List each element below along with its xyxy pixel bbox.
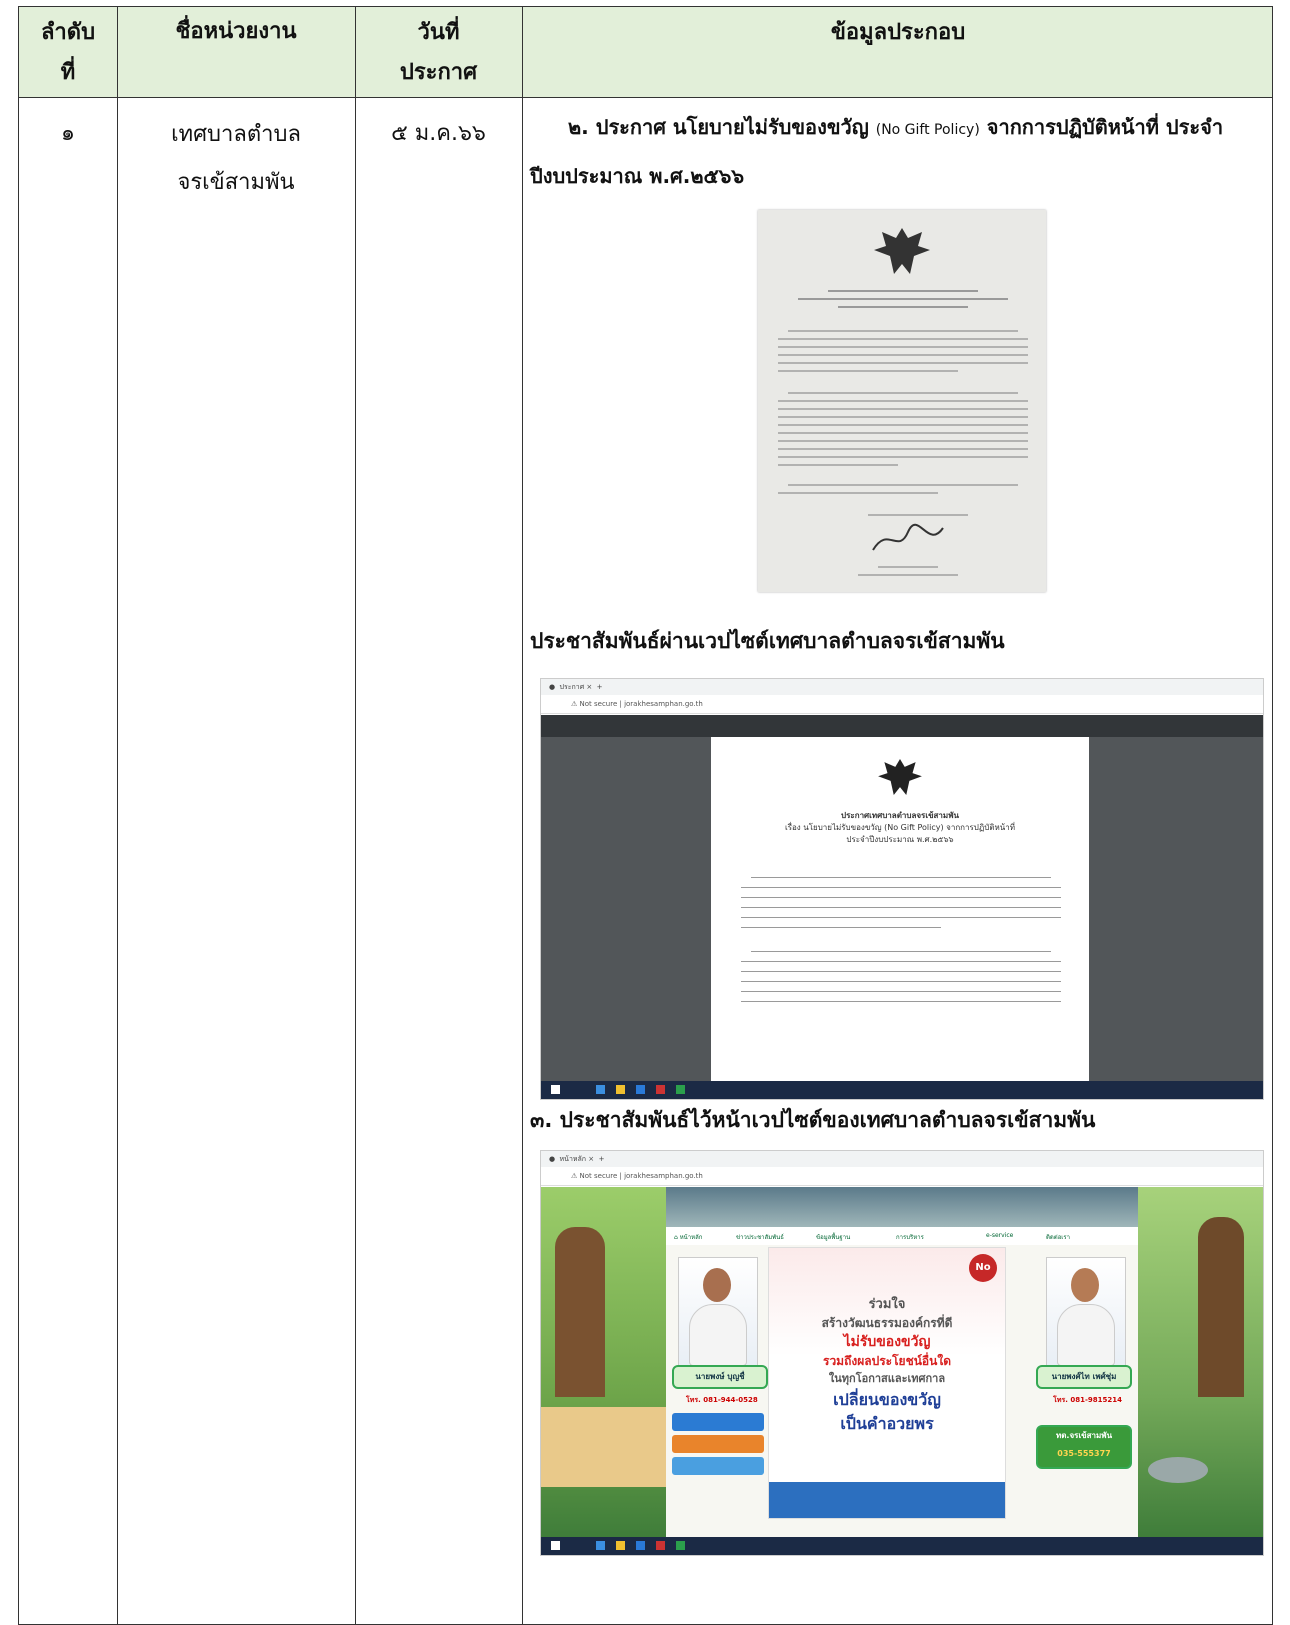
address-bar: ⚠ Not secure | jorakhesamphan.go.th	[541, 1167, 1263, 1186]
left-link-banner[interactable]	[672, 1413, 764, 1431]
pdf-page-year: ประจำปีงบประมาณ พ.ศ.๒๕๖๖	[846, 835, 954, 844]
item-3-title: ๓. ประชาสัมพันธ์ไว้หน้าเวปไซต์ของเทศบาลต…	[530, 1108, 1096, 1132]
windows-taskbar	[541, 1081, 1263, 1099]
web-pr-caption: ประชาสัมพันธ์ผ่านเวปไซต์เทศบาลตำบลจรเข้ส…	[530, 629, 1005, 653]
chrome-icon[interactable]	[676, 1541, 685, 1550]
poster-line: ร่วมใจ	[868, 1297, 906, 1312]
column-divider	[117, 7, 118, 1624]
item-2-title: ๒. ประกาศ นโยบายไม่รับของขวัญ (No Gift P…	[530, 104, 1250, 199]
mayor-photo-right	[1046, 1257, 1126, 1369]
taskbar-app-icon[interactable]	[596, 1541, 605, 1550]
header-info: ข้อมูลประกอบ	[830, 20, 966, 45]
chrome-icon[interactable]	[676, 1085, 685, 1094]
browser-tab-bar: ● ประกาศ × +	[541, 679, 1263, 695]
left-link-banner[interactable]	[672, 1457, 764, 1475]
poster-line: รวมถึงผลประโยชน์อื่นใด	[823, 1354, 951, 1368]
agency-line1: เทศบาลตำบล	[171, 122, 301, 147]
taskbar-app-icon[interactable]	[656, 1541, 665, 1550]
forest-right-decoration	[1138, 1187, 1263, 1537]
pdf-page: ประกาศเทศบาลตำบลจรเข้สามพัน เรื่อง นโยบา…	[711, 737, 1089, 1099]
left-phone: โทร. 081-944-0528	[686, 1396, 758, 1404]
mayor-photo-left	[678, 1257, 758, 1369]
announce-date: ๕ ม.ค.๖๖	[391, 121, 486, 146]
right-box-title: ทต.จรเข้สามพัน	[1055, 1431, 1113, 1440]
header-order-text: ลำดับที่	[40, 20, 96, 85]
right-contact-box[interactable]: ทต.จรเข้สามพัน 035-555377	[1036, 1425, 1132, 1469]
header-date-text: วันที่ประกาศ	[399, 20, 478, 85]
left-link-banner[interactable]	[672, 1435, 764, 1453]
taskbar-app-icon[interactable]	[596, 1085, 605, 1094]
scanned-announcement-letter	[758, 210, 1046, 592]
header-agency: ชื่อหน่วยงาน	[175, 19, 297, 44]
poster-footer-banner	[769, 1482, 1005, 1518]
no-gift-badge: No	[969, 1254, 997, 1282]
website-menu[interactable]: ⌂ หน้าหลัก ข่าวประชาสัมพันธ์ ข้อมูลพื้นฐ…	[666, 1227, 1138, 1245]
poster-line: เปลี่ยนของขวัญ	[833, 1390, 941, 1409]
agency-name: เทศบาลตำบล จรเข้สามพัน	[117, 111, 355, 207]
header-date: วันที่ประกาศ	[355, 7, 522, 97]
start-icon[interactable]	[551, 1541, 560, 1550]
website-main-area: ⌂ หน้าหลัก ข่าวประชาสัมพันธ์ ข้อมูลพื้นฐ…	[666, 1187, 1138, 1537]
taskbar-app-icon[interactable]	[636, 1085, 645, 1094]
taskbar-app-icon[interactable]	[656, 1085, 665, 1094]
column-divider	[522, 7, 523, 1624]
address-url: jorakhesamphan.go.th	[624, 700, 703, 708]
item-2-text: ๒. ประกาศ นโยบายไม่รับของขวัญ	[568, 115, 876, 139]
taskbar-app-icon[interactable]	[636, 1541, 645, 1550]
poster-line: ในทุกโอกาสและเทศกาล	[828, 1372, 946, 1385]
garuda-emblem-icon	[874, 228, 930, 274]
poster-line: ไม่รับของขวัญ	[843, 1334, 931, 1350]
address-url: jorakhesamphan.go.th	[624, 1172, 703, 1180]
left-name-box: นายพงษ์ บุญชื่	[672, 1365, 768, 1389]
garuda-emblem-icon	[878, 759, 922, 795]
windows-taskbar	[541, 1537, 1263, 1555]
folder-icon[interactable]	[616, 1085, 625, 1094]
right-box-phone: 035-555377	[1057, 1449, 1111, 1458]
agency-line2: จรเข้สามพัน	[177, 170, 295, 195]
right-name-box: นายพงศ์ไท เพศ์ชุ่ม	[1036, 1365, 1132, 1389]
signature-scribble	[872, 523, 944, 551]
row-number: ๑	[61, 121, 75, 146]
browser-tab-bar: ● หน้าหลัก × +	[541, 1151, 1263, 1167]
poster-line: เป็นคำอวยพร	[840, 1414, 934, 1433]
address-bar: ⚠ Not secure | jorakhesamphan.go.th	[541, 695, 1263, 714]
start-icon[interactable]	[551, 1085, 560, 1094]
pdf-toolbar	[541, 715, 1263, 737]
item-2-english: (No Gift Policy)	[875, 122, 980, 138]
header-order: ลำดับที่	[19, 7, 117, 97]
poster-line: สร้างวัฒนธรรมองค์กรที่ดี	[821, 1316, 953, 1330]
no-gift-poster: No ร่วมใจ สร้างวัฒนธรรมองค์กรที่ดี ไม่รั…	[768, 1247, 1006, 1519]
column-divider	[355, 7, 356, 1624]
website-browser-screenshot: ● หน้าหลัก × + ⚠ Not secure | jorakhesam…	[540, 1150, 1264, 1556]
right-phone: โทร. 081-9815214	[1053, 1396, 1122, 1404]
forest-left-decoration	[541, 1187, 666, 1537]
pdf-browser-screenshot: ● ประกาศ × + ⚠ Not secure | jorakhesamph…	[540, 678, 1264, 1100]
website-banner	[666, 1187, 1138, 1227]
folder-icon[interactable]	[616, 1541, 625, 1550]
